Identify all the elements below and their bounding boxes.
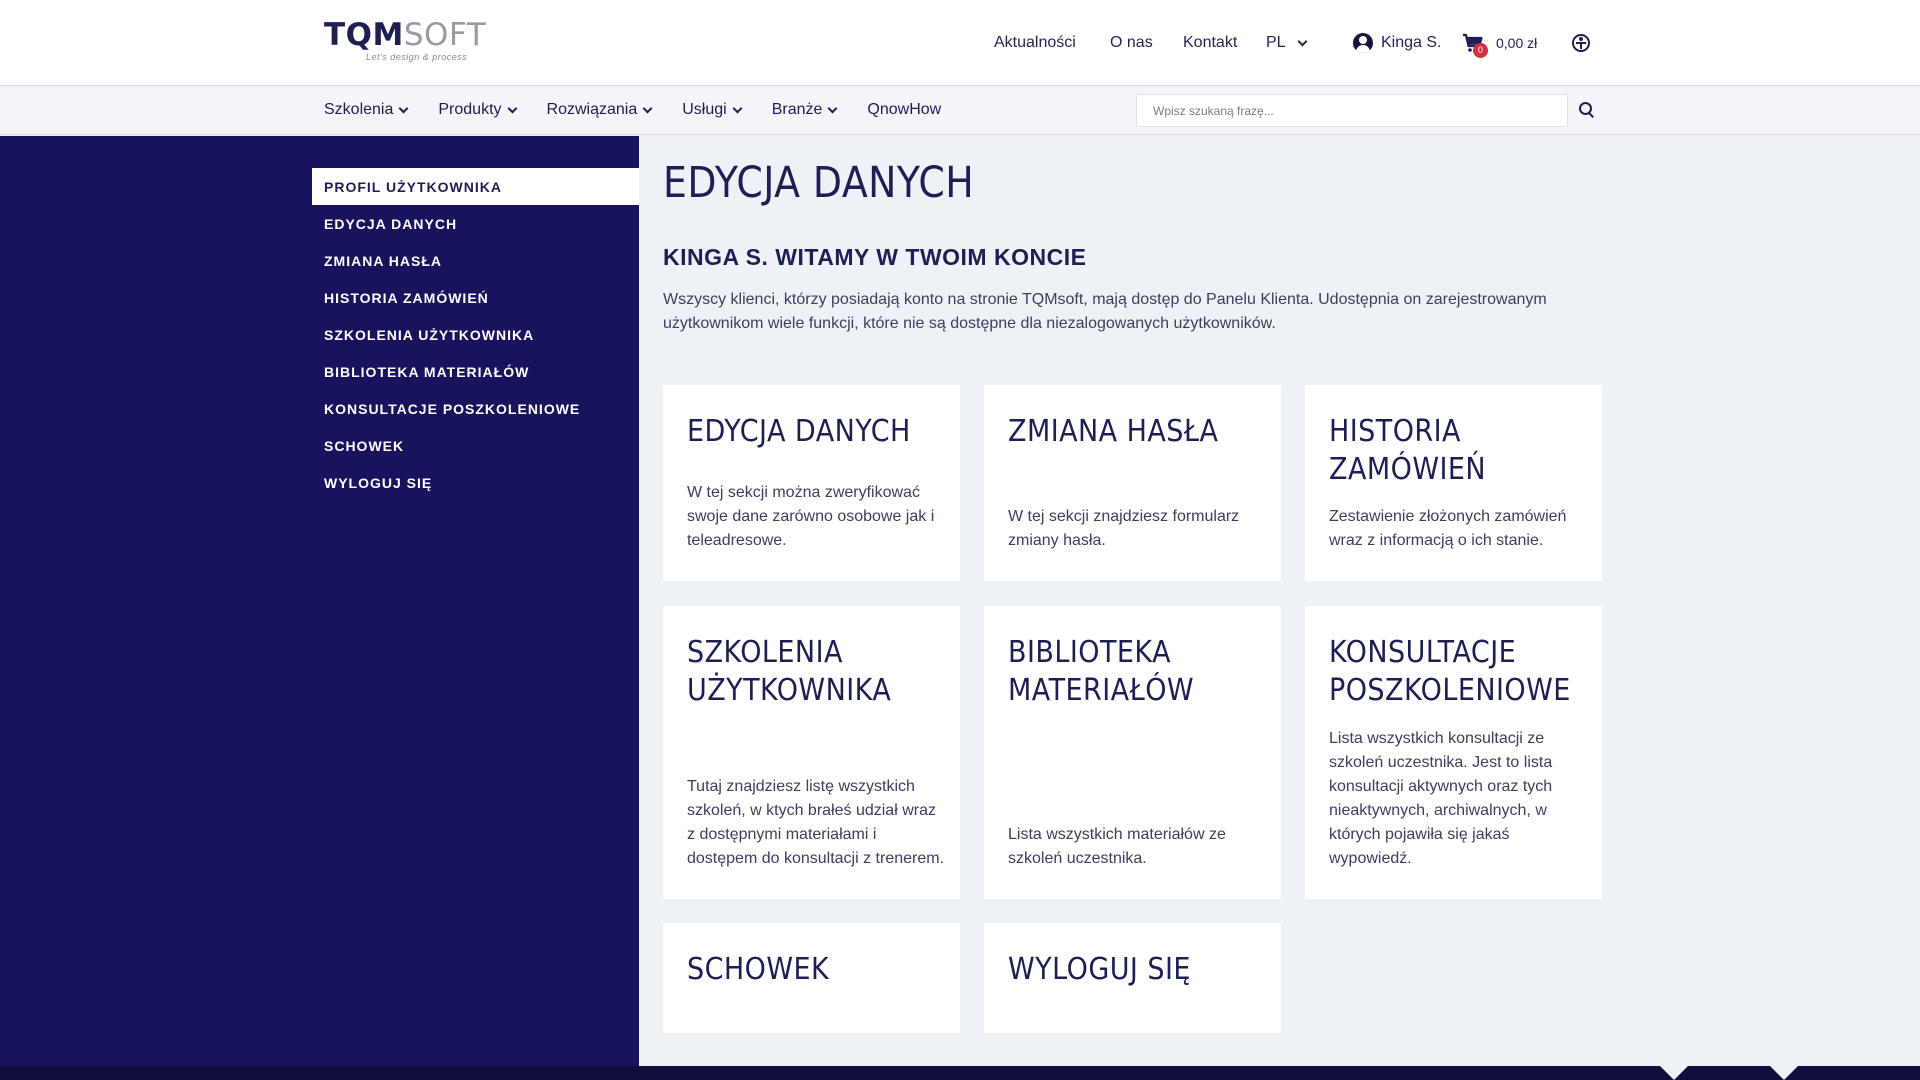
card-consultations[interactable]: KONSULTACJE POSZKOLENIOWE Lista wszystki… <box>1305 606 1602 899</box>
menu-item-szkolenia[interactable]: Szkolenia <box>324 101 409 119</box>
logo-soft: SOFT <box>403 17 487 53</box>
menu-item-produkty[interactable]: Produkty <box>438 101 517 119</box>
sidebar-item-edit-data[interactable]: EDYCJA DANYCH <box>312 205 639 242</box>
card-title: BIBLIOTEKA MATERIAŁÓW <box>1008 635 1195 708</box>
cart-link[interactable]: 0 0,00 zł <box>1462 32 1538 58</box>
chevron-down-icon <box>732 103 743 113</box>
card-user-trainings[interactable]: SZKOLENIA UŻYTKOWNIKA Tutaj znajdziesz l… <box>663 606 960 899</box>
card-title: HISTORIA ZAMÓWIEŃ <box>1329 414 1487 487</box>
card-description: W tej sekcji można zweryfikować swoje da… <box>687 484 935 549</box>
accessibility-icon[interactable] <box>1572 34 1590 52</box>
intro-text: Wszyscy klienci, którzy posiadają konto … <box>663 291 1547 332</box>
card-title: SZKOLENIA UŻYTKOWNIKA <box>687 635 892 708</box>
language-switcher[interactable]: PL <box>1266 34 1308 52</box>
chevron-down-icon <box>827 103 838 113</box>
chevron-down-icon <box>507 103 517 113</box>
card-title: SCHOWEK <box>687 952 830 987</box>
card-materials-library[interactable]: BIBLIOTEKA MATERIAŁÓW Lista wszystkich m… <box>984 606 1281 899</box>
search-box <box>1136 94 1568 127</box>
cart-total: 0,00 zł <box>1496 35 1538 51</box>
card-title: KONSULTACJE POSZKOLENIOWE <box>1329 635 1571 708</box>
footer-notch <box>1770 1066 1798 1080</box>
chevron-down-icon <box>642 103 653 113</box>
user-name: Kinga S. <box>1381 34 1442 51</box>
sidebar-item-user-trainings[interactable]: SZKOLENIA UŻYTKOWNIKA <box>312 316 639 353</box>
menu-item-label: Branże <box>771 101 823 118</box>
user-account-link[interactable]: Kinga S. <box>1353 33 1441 53</box>
card-clipboard[interactable]: SCHOWEK <box>663 923 960 1033</box>
user-icon <box>1353 33 1373 53</box>
menu-item-label: QnowHow <box>867 101 942 118</box>
card-description: W tej sekcji znajdziesz formularz zmiany… <box>1008 508 1240 549</box>
card-title: ZMIANA HASŁA <box>1008 414 1219 449</box>
menu-item-label: Produkty <box>438 101 502 118</box>
welcome-heading: KINGA S. WITAMY W TWOIM KONCIE <box>663 244 1087 270</box>
cart-count-badge: 0 <box>1473 43 1488 58</box>
search-input[interactable] <box>1137 95 1567 126</box>
top-nav-news-wrap: Aktualności <box>994 32 1076 54</box>
user-account-wrap: Kinga S. <box>1353 32 1441 54</box>
card-title: EDYCJA DANYCH <box>687 414 911 449</box>
top-nav-about[interactable]: O nas <box>1110 34 1153 52</box>
menu-item-rozwiazania[interactable]: Rozwiązania <box>546 101 653 119</box>
accessibility-wrap <box>1572 32 1590 54</box>
cart-wrap: 0 0,00 zł <box>1462 32 1538 58</box>
site-header: TQMSOFT Let's design & process Aktualnoś… <box>0 0 1920 86</box>
sidebar-item-clipboard[interactable]: SCHOWEK <box>312 427 639 464</box>
top-nav-news[interactable]: Aktualności <box>994 34 1076 52</box>
sidebar-item-consultations[interactable]: KONSULTACJE POSZKOLENIOWE <box>312 390 639 427</box>
card-description: Lista wszystkich materiałów ze szkoleń u… <box>1008 826 1226 867</box>
menu-item-branze[interactable]: Branże <box>771 101 838 119</box>
account-sidebar: PROFIL UŻYTKOWNIKA EDYCJA DANYCH ZMIANA … <box>0 136 639 1080</box>
card-logout[interactable]: WYLOGUJ SIĘ <box>984 923 1281 1033</box>
menu-item-label: Rozwiązania <box>546 101 638 118</box>
card-edit-data[interactable]: EDYCJA DANYCH W tej sekcji można zweryfi… <box>663 385 960 581</box>
logo-tqm: TQM <box>324 17 404 53</box>
sidebar-item-logout[interactable]: WYLOGUJ SIĘ <box>312 464 639 501</box>
footer-strip <box>0 1066 1920 1080</box>
menu-item-label: Usługi <box>682 101 727 118</box>
main-menu: Szkolenia Produkty Rozwiązania Usługi Br… <box>324 101 941 119</box>
page-title: EDYCJA DANYCH <box>663 158 975 208</box>
top-nav-about-wrap: O nas <box>1110 32 1153 54</box>
top-nav-contact[interactable]: Kontakt <box>1183 34 1237 52</box>
cart-icon: 0 <box>1462 32 1488 58</box>
sidebar-item-profile[interactable]: PROFIL UŻYTKOWNIKA <box>312 168 639 205</box>
menu-item-qnowhow[interactable]: QnowHow <box>867 101 941 119</box>
card-description: Tutaj znajdziesz listę wszystkich szkole… <box>687 778 945 867</box>
logo-wordmark: TQMSOFT <box>324 18 486 52</box>
card-description: Zestawienie złożonych zamówień wraz z in… <box>1329 508 1567 549</box>
menu-item-uslugi[interactable]: Usługi <box>682 101 743 119</box>
card-order-history[interactable]: HISTORIA ZAMÓWIEŃ Zestawienie złożonych … <box>1305 385 1602 581</box>
language-switcher-wrap: PL <box>1266 32 1308 54</box>
language-label: PL <box>1266 34 1286 51</box>
chevron-down-icon <box>398 103 409 113</box>
sidebar-item-change-password[interactable]: ZMIANA HASŁA <box>312 242 639 279</box>
sidebar-item-materials-library[interactable]: BIBLIOTEKA MATERIAŁÓW <box>312 353 639 390</box>
card-description: Lista wszystkich konsultacji ze szkoleń … <box>1329 730 1553 867</box>
menu-item-label: Szkolenia <box>324 101 394 118</box>
top-nav-contact-wrap: Kontakt <box>1183 32 1237 54</box>
site-logo[interactable]: TQMSOFT Let's design & process <box>324 18 486 62</box>
search-icon[interactable] <box>1578 101 1598 121</box>
main-menu-bar: Szkolenia Produkty Rozwiązania Usługi Br… <box>0 87 1920 135</box>
account-menu: PROFIL UŻYTKOWNIKA EDYCJA DANYCH ZMIANA … <box>312 168 639 501</box>
card-change-password[interactable]: ZMIANA HASŁA W tej sekcji znajdziesz for… <box>984 385 1281 581</box>
logo-tagline: Let's design & process <box>366 52 468 62</box>
footer-notch <box>1660 1066 1688 1080</box>
sidebar-item-order-history[interactable]: HISTORIA ZAMÓWIEŃ <box>312 279 639 316</box>
chevron-down-icon <box>1297 36 1308 46</box>
card-title: WYLOGUJ SIĘ <box>1008 952 1191 987</box>
